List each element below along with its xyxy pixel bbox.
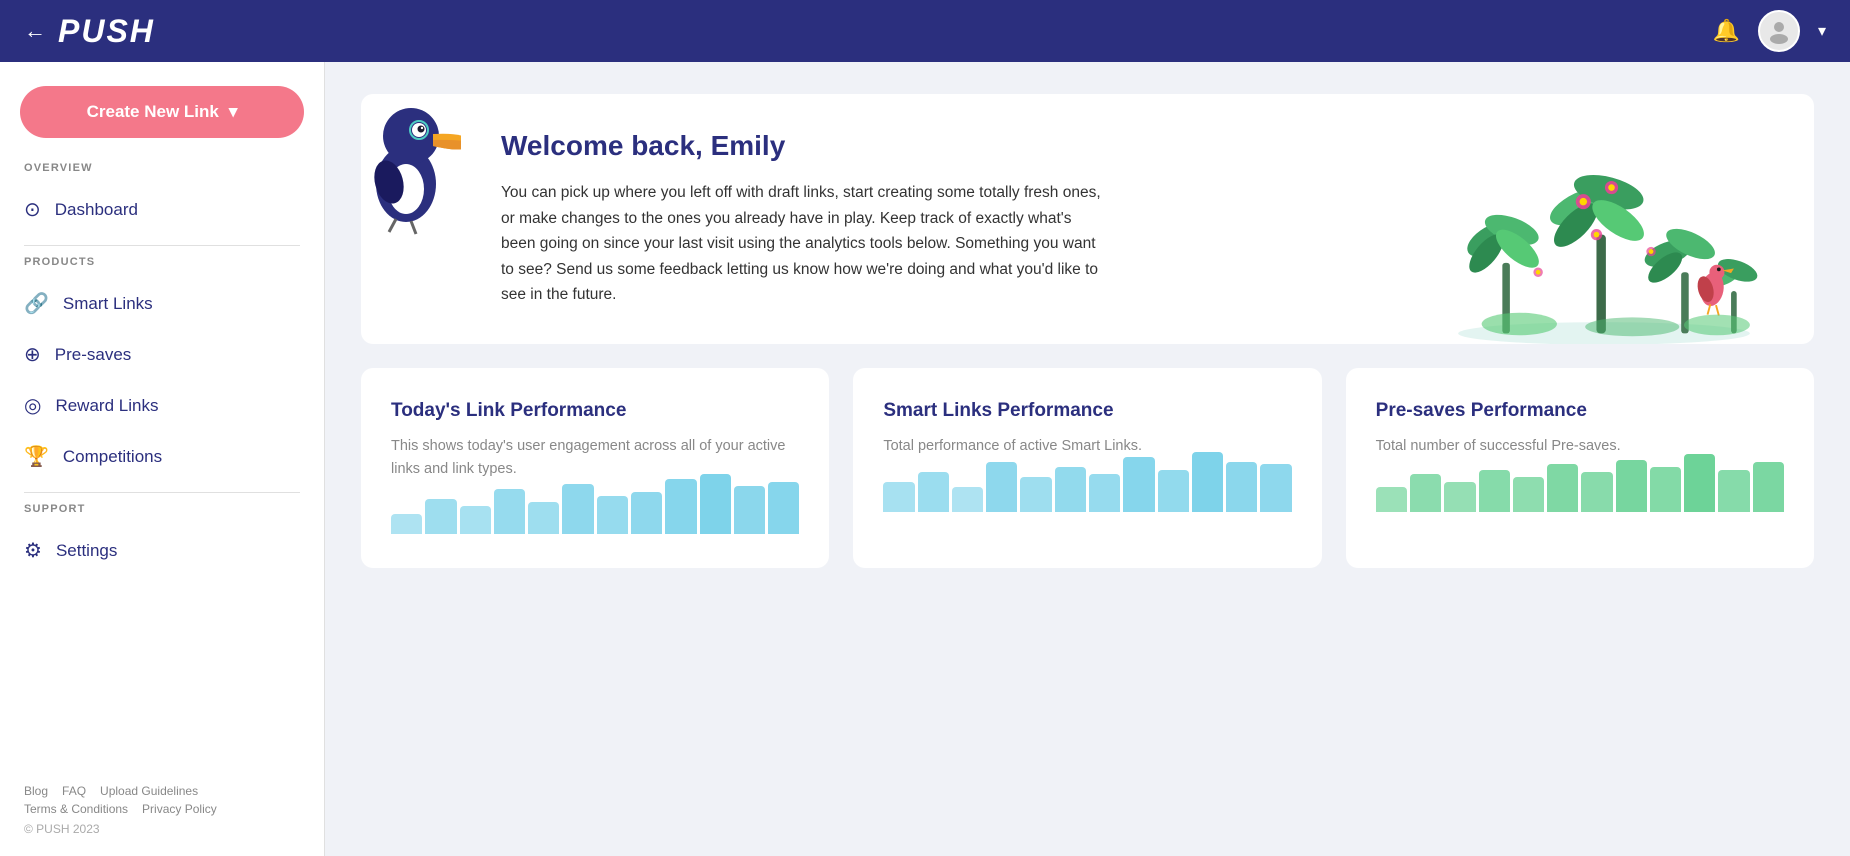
smart-links-icon: 🔗 [24,291,49,316]
app-logo: PUSH [58,13,155,50]
sidebar-item-settings[interactable]: ⚙ Settings [0,525,324,576]
sidebar-divider-1 [24,245,300,246]
create-link-label: Create New Link [87,102,219,122]
sidebar-item-competitions[interactable]: 🏆 Competitions [0,431,324,482]
footer-links: Blog FAQ Upload Guidelines Terms & Condi… [24,784,300,816]
pre-saves-chart [1376,476,1784,512]
settings-icon: ⚙ [24,538,42,563]
pre-saves-performance-card: Pre-saves Performance Total number of su… [1346,368,1814,568]
toucan-illustration [361,94,461,224]
copyright-text: © PUSH 2023 [24,822,300,836]
pre-saves-perf-title: Pre-saves Performance [1376,398,1784,424]
back-button[interactable]: ← [24,18,46,44]
sidebar-item-reward-links[interactable]: ◎ Reward Links [0,380,324,431]
todays-link-chart [391,498,799,534]
pre-saves-perf-subtitle: Total number of successful Pre-saves. [1376,435,1784,457]
topnav: ← PUSH 🔔 ▾ [0,0,1850,62]
competitions-label: Competitions [63,447,162,467]
main-content: Welcome back, Emily You can pick up wher… [325,62,1850,856]
smart-links-performance-card: Smart Links Performance Total performanc… [853,368,1321,568]
todays-link-performance-card: Today's Link Performance This shows toda… [361,368,829,568]
welcome-text: Welcome back, Emily You can pick up wher… [401,130,1101,308]
sidebar: Create New Link ▾ OVERVIEW ⊙ Dashboard P… [0,62,325,856]
reward-links-icon: ◎ [24,393,41,418]
page-layout: Create New Link ▾ OVERVIEW ⊙ Dashboard P… [0,62,1850,856]
sidebar-footer: Blog FAQ Upload Guidelines Terms & Condi… [0,774,324,836]
topnav-right: 🔔 ▾ [1713,10,1826,52]
user-avatar[interactable] [1758,10,1800,52]
terms-link[interactable]: Terms & Conditions [24,802,128,816]
create-new-link-button[interactable]: Create New Link ▾ [20,86,304,138]
upload-guidelines-link[interactable]: Upload Guidelines [100,784,198,798]
sidebar-item-dashboard[interactable]: ⊙ Dashboard [0,184,324,235]
smart-links-chart [883,476,1291,512]
notification-bell-icon[interactable]: 🔔 [1713,18,1740,44]
reward-links-label: Reward Links [55,396,158,416]
sidebar-item-smart-links[interactable]: 🔗 Smart Links [0,278,324,329]
performance-cards-row: Today's Link Performance This shows toda… [361,368,1814,568]
welcome-card: Welcome back, Emily You can pick up wher… [361,94,1814,344]
faq-link[interactable]: FAQ [62,784,86,798]
dashboard-icon: ⊙ [24,197,41,222]
todays-link-subtitle: This shows today's user engagement acros… [391,435,799,480]
jungle-illustration [1434,94,1774,344]
products-section-label: PRODUCTS [0,256,324,278]
welcome-body: You can pick up where you left off with … [501,180,1101,308]
sidebar-item-pre-saves[interactable]: ⊕ Pre-saves [0,329,324,380]
create-link-chevron-icon: ▾ [229,102,238,122]
sidebar-divider-2 [24,492,300,493]
user-menu-chevron-icon[interactable]: ▾ [1818,21,1826,41]
welcome-title: Welcome back, Emily [501,130,1101,162]
smart-links-label: Smart Links [63,294,153,314]
pre-saves-label: Pre-saves [55,345,132,365]
pre-saves-icon: ⊕ [24,342,41,367]
overview-section-label: OVERVIEW [0,162,324,184]
dashboard-label: Dashboard [55,200,138,220]
support-section-label: SUPPORT [0,503,324,525]
competitions-icon: 🏆 [24,444,49,469]
privacy-link[interactable]: Privacy Policy [142,802,217,816]
blog-link[interactable]: Blog [24,784,48,798]
smart-links-perf-subtitle: Total performance of active Smart Links. [883,435,1291,457]
settings-label: Settings [56,541,117,561]
todays-link-title: Today's Link Performance [391,398,799,424]
smart-links-perf-title: Smart Links Performance [883,398,1291,424]
